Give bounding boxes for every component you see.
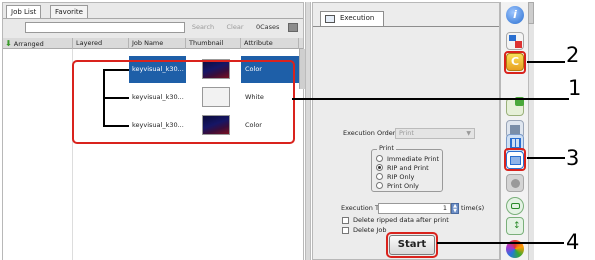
- radio-rip-and-print[interactable]: [376, 164, 383, 171]
- tab-divider: [313, 26, 499, 27]
- callout-4: 4: [566, 230, 580, 254]
- execution-times-input[interactable]: 1: [378, 203, 451, 214]
- toolbar-scrollbar[interactable]: [528, 2, 534, 260]
- callout-line-4: [437, 242, 564, 244]
- callout-box-4: [386, 232, 438, 258]
- header-thumbnail[interactable]: Thumbnail: [186, 38, 241, 49]
- tab-execution[interactable]: Execution: [320, 11, 384, 26]
- move-icon[interactable]: ↕: [506, 217, 524, 235]
- search-bar: Search Clear 0Cases: [3, 18, 303, 33]
- radio-label: RIP Only: [387, 173, 415, 181]
- callout-line-1: [292, 98, 569, 100]
- times-unit: time(s): [461, 204, 485, 212]
- options-button[interactable]: [288, 23, 298, 32]
- tab-job-list[interactable]: Job List: [6, 5, 42, 18]
- execution-order-value: Print: [399, 129, 414, 137]
- times-spinner[interactable]: ▲ ▼: [451, 203, 459, 214]
- panel-splitter[interactable]: [305, 2, 311, 260]
- callout-box-1: [72, 60, 295, 144]
- execution-order-label: Execution Order: [343, 129, 396, 137]
- toolbar-scroll-thumb[interactable]: [528, 2, 534, 24]
- callout-3: 3: [566, 146, 580, 170]
- delete-ripped-checkbox[interactable]: [342, 217, 349, 224]
- header-job-name[interactable]: Job Name: [129, 38, 186, 49]
- search-button[interactable]: Search: [189, 22, 217, 33]
- execution-panel: Execution Execution Order Print ▼ Print …: [312, 2, 500, 260]
- case-count: 0Cases: [256, 23, 280, 31]
- chevron-down-icon: ▼: [466, 130, 471, 137]
- tab-favorite[interactable]: Favorite: [50, 5, 88, 18]
- layout-icon[interactable]: [506, 32, 524, 50]
- callout-line-3: [527, 157, 565, 159]
- callout-1: 1: [568, 76, 582, 100]
- callout-box-3: [504, 148, 526, 171]
- arranged-column: [3, 49, 73, 260]
- radio-label: Print Only: [387, 182, 419, 190]
- table-header: ⬇ Arranged Layered Job Name Thumbnail At…: [3, 38, 303, 49]
- tab-execution-label: Execution: [340, 14, 375, 22]
- radio-rip-only[interactable]: [376, 173, 383, 180]
- clear-button[interactable]: Clear: [224, 22, 246, 33]
- callout-box-2: [504, 51, 526, 74]
- header-attribute[interactable]: Attribute: [241, 38, 299, 49]
- job-list-panel: Job List Favorite Search Clear 0Cases ⬇ …: [2, 2, 305, 260]
- delete-ripped-label: Delete ripped data after print: [353, 216, 449, 224]
- print-icon[interactable]: [506, 197, 524, 215]
- header-layered[interactable]: Layered: [73, 38, 129, 49]
- print-group: Print Immediate Print RIP and Print RIP …: [371, 144, 443, 192]
- radio-label: Immediate Print: [387, 155, 440, 163]
- delete-job-checkbox[interactable]: [342, 227, 349, 234]
- search-input[interactable]: [25, 22, 185, 33]
- info-icon[interactable]: i: [506, 6, 524, 24]
- execution-order-select[interactable]: Print ▼: [395, 128, 475, 139]
- gear-icon[interactable]: [506, 174, 524, 192]
- print-group-legend: Print: [377, 144, 396, 153]
- printer-icon: [325, 15, 335, 23]
- radio-immediate-print[interactable]: [376, 155, 383, 162]
- radio-print-only[interactable]: [376, 182, 383, 189]
- crop-icon[interactable]: [506, 97, 524, 116]
- callout-2: 2: [566, 43, 580, 67]
- arrow-down-icon: ⬇: [5, 39, 12, 48]
- icon-toolbar: i C ↕: [500, 2, 528, 260]
- callout-line-2: [527, 61, 565, 63]
- header-arranged[interactable]: ⬇ Arranged: [3, 38, 73, 49]
- delete-job-label: Delete Job: [353, 226, 387, 234]
- radio-label: RIP and Print: [387, 164, 429, 172]
- header-arranged-label: Arranged: [13, 40, 44, 48]
